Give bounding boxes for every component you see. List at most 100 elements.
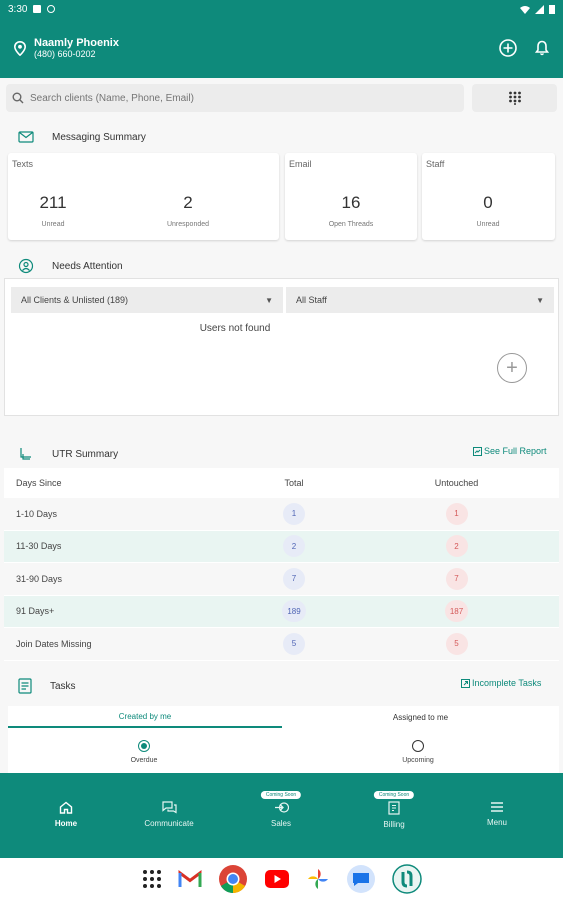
untouched-badge[interactable]: 7 <box>445 567 468 590</box>
total-badge[interactable]: 5 <box>283 632 305 655</box>
status-time: 3:30 <box>8 3 28 15</box>
see-full-report-link[interactable]: See Full Report <box>473 446 547 456</box>
utr-table-header: Days Since Total Untouched <box>4 468 559 498</box>
chevron-down-icon: ▼ <box>536 295 544 305</box>
untouched-badge[interactable]: 1 <box>445 502 468 525</box>
texts-unresponded-count: 2 <box>183 193 193 212</box>
external-link-icon <box>461 678 470 688</box>
tab-assigned-to-me[interactable]: Assigned to me <box>282 706 559 728</box>
coming-soon-badge: Coming Soon <box>260 791 302 799</box>
row-label: 31-90 Days <box>16 573 63 584</box>
col-untouched: Untouched <box>434 477 479 488</box>
bell-icon[interactable] <box>535 40 549 56</box>
gmail-icon[interactable] <box>178 870 202 888</box>
staff-unread-metric: 0 Unread <box>453 193 523 228</box>
table-row[interactable]: 91 Days+ 189 187 <box>4 595 559 628</box>
plus-icon: + <box>506 357 518 379</box>
untouched-badge[interactable]: 2 <box>445 535 468 558</box>
table-row[interactable]: 31-90 Days 7 7 <box>4 563 559 596</box>
overdue-label: Overdue <box>130 757 158 764</box>
staff-filter-value: All Staff <box>296 295 327 305</box>
hamburger-menu-icon <box>491 802 503 812</box>
messaging-summary-title: Messaging Summary <box>52 131 146 143</box>
wifi-icon <box>520 5 530 14</box>
upcoming-label: Upcoming <box>402 757 434 764</box>
nav-home[interactable]: Home <box>31 801 101 828</box>
tab-created-by-me[interactable]: Created by me <box>8 706 282 728</box>
staff-unread-label: Unread <box>476 221 500 228</box>
location-selector[interactable]: Naamly Phoenix (480) 660-0202 <box>14 37 119 59</box>
total-badge[interactable]: 2 <box>283 535 305 558</box>
location-name: Naamly Phoenix <box>34 37 119 49</box>
row-label: 1-10 Days <box>16 508 58 519</box>
nav-menu[interactable]: Menu <box>462 801 532 827</box>
col-days-since: Days Since <box>16 477 62 488</box>
search-input[interactable] <box>30 92 458 104</box>
tasks-title: Tasks <box>50 680 76 692</box>
photos-icon[interactable] <box>306 867 330 891</box>
search-icon <box>12 92 24 104</box>
texts-unresponded-metric: 2 Unresponded <box>153 193 223 228</box>
messages-icon[interactable] <box>346 864 376 894</box>
chat-icon <box>161 801 177 814</box>
chrome-icon[interactable] <box>218 864 248 894</box>
signal-icon <box>535 4 544 14</box>
email-open-metric: 16 Open Threads <box>315 193 387 228</box>
untouched-badge[interactable]: 5 <box>445 632 468 655</box>
nav-communicate-label: Communicate <box>144 819 194 828</box>
nav-sales-label: Sales <box>270 819 291 828</box>
overdue-radio[interactable] <box>138 740 150 752</box>
row-label: 91 Days+ <box>16 606 55 617</box>
utr-summary-header: UTR Summary <box>18 446 118 462</box>
search-box[interactable] <box>6 84 464 112</box>
add-circle-icon[interactable] <box>499 39 517 57</box>
tasks-panel: Created by me Assigned to me Overdue Upc… <box>8 706 559 773</box>
nav-sales[interactable]: Coming Soon Sales <box>246 791 316 828</box>
home-icon <box>59 801 73 814</box>
email-card[interactable]: Email 16 Open Threads <box>285 153 417 240</box>
status-bar: 3:30 <box>0 0 563 18</box>
sim-icon <box>33 5 42 13</box>
staff-label: Staff <box>426 159 445 169</box>
table-row[interactable]: 11-30 Days 2 2 <box>4 530 559 563</box>
upcoming-radio[interactable] <box>412 740 424 752</box>
total-badge[interactable]: 189 <box>282 600 306 623</box>
coming-soon-badge: Coming Soon <box>373 791 415 799</box>
nav-communicate[interactable]: Communicate <box>134 801 204 828</box>
texts-card[interactable]: Texts 211 Unread 2 Unresponded <box>8 153 279 240</box>
add-attention-button[interactable]: + <box>497 353 527 383</box>
needs-attention-header: Needs Attention <box>18 258 123 274</box>
message-icon <box>18 131 34 143</box>
total-badge[interactable]: 7 <box>283 567 305 590</box>
attention-user-icon <box>18 258 34 274</box>
staff-card[interactable]: Staff 0 Unread <box>422 153 555 240</box>
staff-filter-select[interactable]: All Staff ▼ <box>286 287 554 313</box>
report-icon <box>473 446 482 456</box>
dialpad-button[interactable] <box>472 84 557 112</box>
untouched-badge[interactable]: 187 <box>444 600 469 623</box>
youtube-icon[interactable] <box>264 869 290 889</box>
app-drawer-icon[interactable] <box>142 869 162 889</box>
client-filter-value: All Clients & Unlisted (189) <box>21 295 129 305</box>
email-open-label: Open Threads <box>328 221 374 228</box>
nav-billing[interactable]: Coming Soon Billing <box>359 791 429 829</box>
row-label: Join Dates Missing <box>16 638 92 649</box>
texts-unread-label: Unread <box>41 221 65 228</box>
total-badge[interactable]: 1 <box>283 502 305 525</box>
col-total: Total <box>284 477 304 488</box>
naamly-app-icon[interactable] <box>391 864 422 894</box>
incomplete-tasks-link[interactable]: Incomplete Tasks <box>461 678 541 688</box>
nav-home-label: Home <box>54 819 78 828</box>
table-row[interactable]: Join Dates Missing 5 5 <box>4 628 559 661</box>
row-label: 11-30 Days <box>16 541 62 552</box>
email-label: Email <box>289 159 312 169</box>
table-row[interactable]: 1-10 Days 1 1 <box>4 498 559 531</box>
bottom-navigation: Home Communicate Coming Soon Sales Comin… <box>0 773 563 858</box>
chevron-down-icon: ▼ <box>265 295 273 305</box>
texts-unread-metric: 211 Unread <box>18 193 88 228</box>
client-filter-select[interactable]: All Clients & Unlisted (189) ▼ <box>11 287 283 313</box>
tasks-icon <box>18 678 32 694</box>
dialpad-icon <box>508 91 521 105</box>
app-header: Naamly Phoenix (480) 660-0202 <box>0 18 563 78</box>
sales-icon <box>274 802 289 813</box>
